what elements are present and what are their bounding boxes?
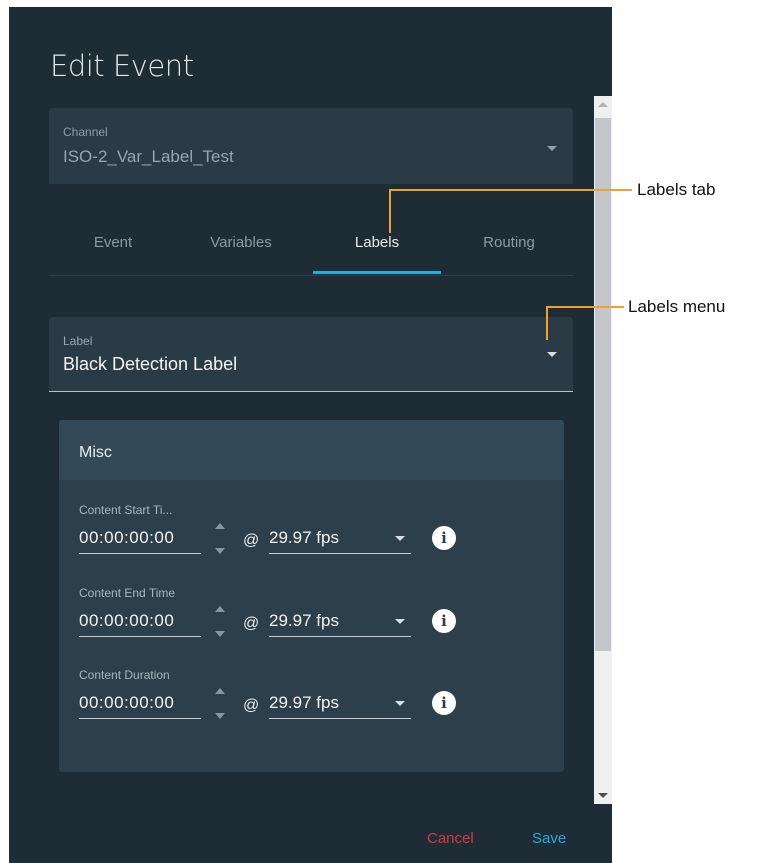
content-start-time-row: Content Start Ti... 00:00:00:00 @ 29.97 … xyxy=(79,503,539,573)
at-sign: @ xyxy=(243,697,260,714)
content-duration-input[interactable]: 00:00:00:00 xyxy=(79,688,201,719)
content-end-time-input[interactable]: 00:00:00:00 xyxy=(79,606,201,637)
label-select[interactable]: Label Black Detection Label xyxy=(49,317,573,392)
label-caption: Label xyxy=(63,334,93,348)
time-spinner[interactable] xyxy=(213,684,227,724)
scrollbar-thumb[interactable] xyxy=(595,118,611,651)
chevron-down-icon xyxy=(395,701,405,706)
frame-rate-value: 29.97 fps xyxy=(269,528,339,547)
channel-caption: Channel xyxy=(63,125,108,139)
frame-rate-select[interactable]: 29.97 fps xyxy=(269,606,411,637)
labels-tab-callout-line xyxy=(389,189,632,191)
channel-value: ISO-2_Var_Label_Test xyxy=(63,147,234,166)
tab-variables[interactable]: Variables xyxy=(177,234,305,251)
chevron-down-icon xyxy=(547,146,557,151)
tab-bar: Event Variables Labels Routing xyxy=(49,207,573,276)
labels-menu-callout-line xyxy=(546,306,548,340)
content-end-time-row: Content End Time 00:00:00:00 @ 29.97 fps… xyxy=(79,586,539,656)
cancel-button[interactable]: Cancel xyxy=(427,830,474,847)
info-icon[interactable]: i xyxy=(432,609,456,633)
row-label: Content End Time xyxy=(79,586,176,600)
spinner-down-icon[interactable] xyxy=(215,548,225,554)
frame-rate-value: 29.97 fps xyxy=(269,693,339,712)
time-spinner[interactable] xyxy=(213,519,227,559)
scroll-up-icon[interactable] xyxy=(598,102,608,107)
chevron-down-icon xyxy=(395,619,405,624)
labels-menu-annotation: Labels menu xyxy=(628,297,726,316)
tab-routing[interactable]: Routing xyxy=(445,234,573,251)
spinner-up-icon[interactable] xyxy=(215,606,225,612)
labels-tab-annotation: Labels tab xyxy=(637,180,716,199)
frame-rate-value: 29.97 fps xyxy=(269,611,339,630)
chevron-down-icon xyxy=(395,536,405,541)
label-value: Black Detection Label xyxy=(63,354,238,374)
tab-event[interactable]: Event xyxy=(49,234,177,251)
save-button[interactable]: Save xyxy=(532,830,566,847)
spinner-up-icon[interactable] xyxy=(215,523,225,529)
info-icon[interactable]: i xyxy=(432,691,456,715)
frame-rate-select[interactable]: 29.97 fps xyxy=(269,523,411,554)
labels-menu-callout-line xyxy=(546,306,624,308)
row-label: Content Duration xyxy=(79,668,170,682)
frame-rate-select[interactable]: 29.97 fps xyxy=(269,688,411,719)
vertical-scrollbar[interactable] xyxy=(594,96,612,804)
labels-tab-callout-line xyxy=(389,189,391,233)
spinner-down-icon[interactable] xyxy=(215,631,225,637)
time-spinner[interactable] xyxy=(213,602,227,642)
misc-header: Misc xyxy=(59,420,564,480)
spinner-down-icon[interactable] xyxy=(215,713,225,719)
scroll-down-icon[interactable] xyxy=(598,793,608,798)
info-icon[interactable]: i xyxy=(432,526,456,550)
content-duration-row: Content Duration 00:00:00:00 @ 29.97 fps… xyxy=(79,668,539,738)
chevron-down-icon xyxy=(547,352,557,357)
at-sign: @ xyxy=(243,615,260,632)
at-sign: @ xyxy=(243,532,260,549)
misc-panel: Misc Content Start Ti... 00:00:00:00 @ 2… xyxy=(59,420,564,772)
edit-event-dialog: Edit Event Channel ISO-2_Var_Label_Test … xyxy=(9,7,612,863)
tab-labels[interactable]: Labels xyxy=(313,234,441,251)
dialog-title: Edit Event xyxy=(50,49,194,83)
channel-select[interactable]: Channel ISO-2_Var_Label_Test xyxy=(49,108,573,184)
active-tab-indicator xyxy=(313,271,441,274)
content-start-time-input[interactable]: 00:00:00:00 xyxy=(79,523,201,554)
misc-title: Misc xyxy=(79,444,112,461)
spinner-up-icon[interactable] xyxy=(215,688,225,694)
row-label: Content Start Ti... xyxy=(79,503,173,517)
